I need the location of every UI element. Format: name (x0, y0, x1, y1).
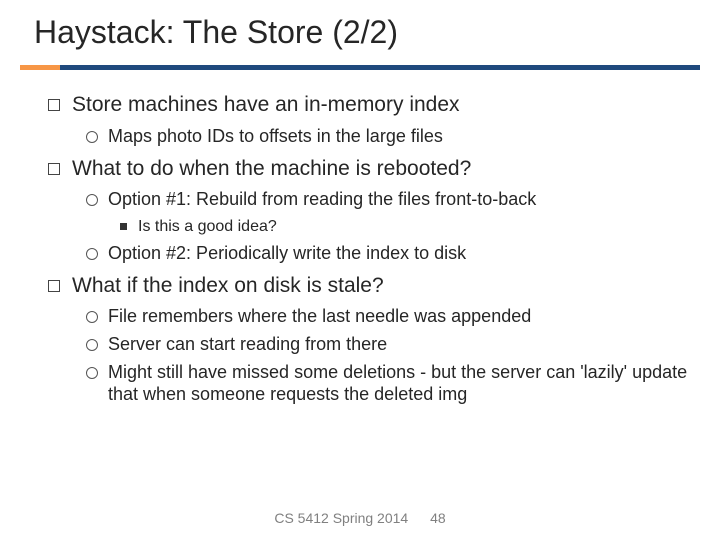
bullet-text: Maps photo IDs to offsets in the large f… (108, 126, 443, 146)
bullet-lvl2: File remembers where the last needle was… (72, 306, 694, 328)
bullet-text: What to do when the machine is rebooted? (72, 157, 471, 180)
bullet-text: Store machines have an in-memory index (72, 93, 460, 116)
bullet-sublist: File remembers where the last needle was… (72, 306, 694, 406)
bullet-text: Server can start reading from there (108, 334, 387, 354)
bullet-text: Option #1: Rebuild from reading the file… (108, 189, 536, 209)
slide: Haystack: The Store (2/2) Store machines… (0, 0, 720, 540)
slide-title: Haystack: The Store (2/2) (34, 14, 700, 51)
bullet-lvl2: Server can start reading from there (72, 334, 694, 356)
bullet-list: Store machines have an in-memory index M… (26, 92, 694, 406)
slide-footer: CS 5412 Spring 2014 48 (0, 510, 720, 526)
bullet-lvl2: Might still have missed some deletions -… (72, 362, 694, 406)
bullet-lvl1: What to do when the machine is rebooted?… (26, 156, 694, 265)
bullet-subsublist: Is this a good idea? (108, 217, 694, 237)
bullet-lvl2: Option #2: Periodically write the index … (72, 243, 694, 265)
bullet-sublist: Option #1: Rebuild from reading the file… (72, 189, 694, 264)
bullet-text: Might still have missed some deletions -… (108, 362, 687, 404)
slide-body: Store machines have an in-memory index M… (20, 70, 700, 406)
bullet-lvl1: Store machines have an in-memory index M… (26, 92, 694, 148)
footer-page-number: 48 (430, 510, 446, 526)
bullet-lvl2: Option #1: Rebuild from reading the file… (72, 189, 694, 236)
bullet-text: What if the index on disk is stale? (72, 274, 384, 297)
bullet-lvl2: Maps photo IDs to offsets in the large f… (72, 126, 694, 148)
footer-course: CS 5412 Spring 2014 (274, 510, 408, 526)
bullet-text: File remembers where the last needle was… (108, 306, 531, 326)
title-underline (20, 65, 700, 70)
bullet-sublist: Maps photo IDs to offsets in the large f… (72, 126, 694, 148)
bullet-text: Option #2: Periodically write the index … (108, 243, 466, 263)
bullet-lvl3: Is this a good idea? (108, 217, 694, 237)
bullet-lvl1: What if the index on disk is stale? File… (26, 273, 694, 406)
bullet-text: Is this a good idea? (138, 218, 277, 235)
